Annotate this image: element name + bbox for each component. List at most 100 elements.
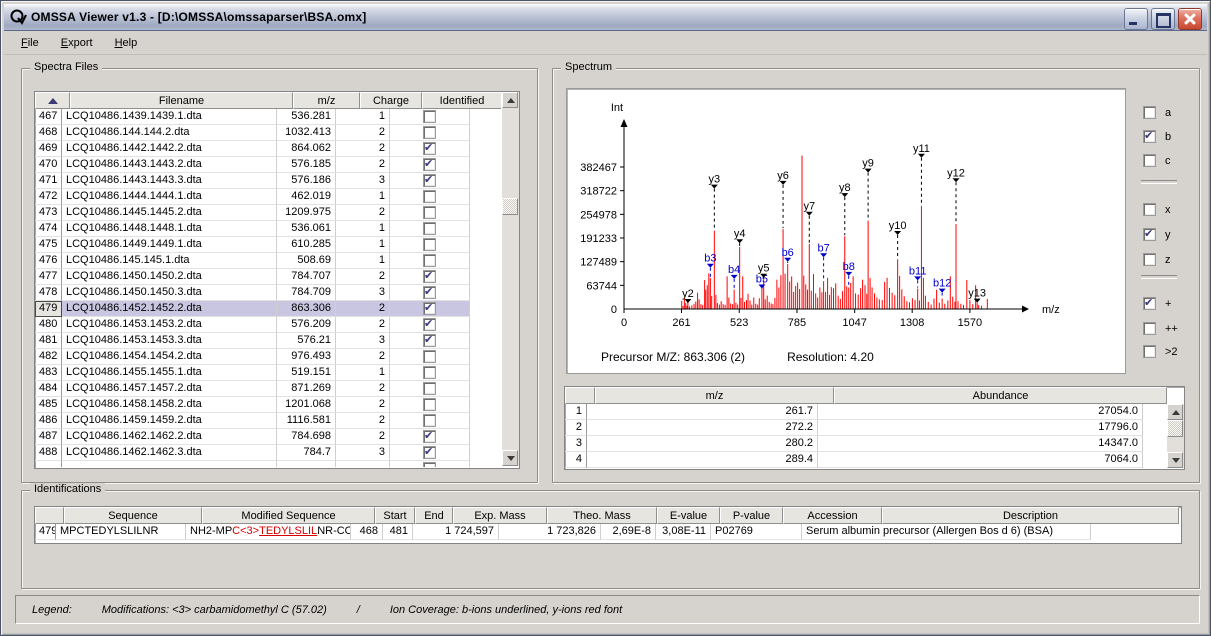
identified-checkbox[interactable] xyxy=(423,446,436,459)
table-row[interactable]: 471LCQ10486.1443.1443.3.dta576.1863 xyxy=(35,173,519,189)
table-row[interactable]: 478LCQ10486.1450.1450.3.dta784.7093 xyxy=(35,285,519,301)
identified-checkbox[interactable] xyxy=(423,286,436,299)
spectra-header-Filename[interactable]: Filename xyxy=(70,92,293,109)
ion-checkbox[interactable] xyxy=(1143,322,1156,335)
menu-item-export[interactable]: Export xyxy=(52,34,102,52)
identified-checkbox[interactable] xyxy=(423,382,436,395)
table-row[interactable]: 487LCQ10486.1462.1462.2.dta784.6982 xyxy=(35,429,519,445)
scroll-up-button[interactable] xyxy=(1167,404,1183,420)
table-row[interactable]: 481LCQ10486.1453.1453.3.dta576.213 xyxy=(35,333,519,349)
spectra-header-Identified[interactable]: Identified xyxy=(422,92,502,109)
peak-header-m/z[interactable]: m/z xyxy=(595,387,834,404)
ion-checkbox[interactable] xyxy=(1143,203,1156,216)
peak-header-row-number[interactable] xyxy=(565,387,595,404)
ion-checkbox[interactable] xyxy=(1143,345,1156,358)
spectra-header-m/z[interactable]: m/z xyxy=(293,92,360,109)
ion-checkbox[interactable] xyxy=(1143,154,1156,167)
identified-checkbox[interactable] xyxy=(423,350,436,363)
ident-header-start[interactable]: Start xyxy=(375,507,415,524)
ident-header-end[interactable]: End xyxy=(415,507,453,524)
ident-header-exp-mass[interactable]: Exp. Mass xyxy=(453,507,547,524)
ion-option-plusplus[interactable]: ++ xyxy=(1143,322,1178,335)
identified-checkbox[interactable] xyxy=(423,270,436,283)
identified-checkbox[interactable] xyxy=(423,398,436,411)
ion-checkbox[interactable] xyxy=(1143,130,1156,143)
table-row[interactable]: 483LCQ10486.1455.1455.1.dta519.1511 xyxy=(35,365,519,381)
ion-option-b[interactable]: b xyxy=(1143,130,1171,143)
ident-header-e-value[interactable]: E-value xyxy=(657,507,720,524)
ion-checkbox[interactable] xyxy=(1143,106,1156,119)
ion-option-z[interactable]: z xyxy=(1143,253,1171,266)
spectra-header-row-number[interactable] xyxy=(35,92,70,109)
scroll-up-button[interactable] xyxy=(502,92,518,108)
table-row[interactable]: 480LCQ10486.1453.1453.2.dta576.2092 xyxy=(35,317,519,333)
spectra-table-scrollbar[interactable] xyxy=(501,92,519,466)
spectrum-plot[interactable]: m/zInt0261523785104713081570063744127489… xyxy=(566,88,1126,374)
ion-option-x[interactable]: x xyxy=(1143,203,1171,216)
list-item[interactable]: 3280.214347.0 xyxy=(565,436,1184,452)
identified-checkbox[interactable] xyxy=(423,462,436,467)
scroll-down-button[interactable] xyxy=(502,450,518,466)
table-row[interactable]: 476LCQ10486.145.145.1.dta508.691 xyxy=(35,253,519,269)
identified-checkbox[interactable] xyxy=(423,430,436,443)
ident-header-sequence[interactable]: Sequence xyxy=(64,507,202,524)
table-row[interactable]: 468LCQ10486.144.144.2.dta1032.4132 xyxy=(35,125,519,141)
identified-checkbox[interactable] xyxy=(423,126,436,139)
ion-checkbox[interactable] xyxy=(1143,297,1156,310)
identified-checkbox[interactable] xyxy=(423,206,436,219)
identified-checkbox[interactable] xyxy=(423,110,436,123)
ion-option-plus[interactable]: + xyxy=(1143,297,1171,310)
identified-checkbox[interactable] xyxy=(423,318,436,331)
list-item[interactable]: 4289.47064.0 xyxy=(565,452,1184,468)
scrollbar-thumb[interactable] xyxy=(502,198,518,215)
menu-item-file[interactable]: File xyxy=(12,34,48,52)
ident-header-modified-sequence[interactable]: Modified Sequence xyxy=(202,507,375,524)
ident-header-description[interactable]: Description xyxy=(882,507,1179,524)
table-row[interactable]: 479LCQ10486.1452.1452.2.dta863.3062 xyxy=(35,301,519,317)
title-bar[interactable]: OMSSA Viewer v1.3 - [D:\OMSSA\omssaparse… xyxy=(4,4,1207,31)
ion-option-c[interactable]: c xyxy=(1143,154,1171,167)
identified-checkbox[interactable] xyxy=(423,366,436,379)
table-row[interactable]: 473LCQ10486.1445.1445.2.dta1209.9752 xyxy=(35,205,519,221)
maximize-button[interactable] xyxy=(1151,8,1175,30)
identified-checkbox[interactable] xyxy=(423,158,436,171)
identified-checkbox[interactable] xyxy=(423,222,436,235)
table-row[interactable]: 488LCQ10486.1462.1462.3.dta784.73 xyxy=(35,445,519,461)
scrollbar-thumb[interactable] xyxy=(1167,420,1183,437)
table-row[interactable]: 474LCQ10486.1448.1448.1.dta536.0611 xyxy=(35,221,519,237)
identified-checkbox[interactable] xyxy=(423,302,436,315)
identified-checkbox[interactable] xyxy=(423,254,436,267)
table-row[interactable]: 467LCQ10486.1439.1439.1.dta536.2811 xyxy=(35,109,519,125)
identified-checkbox[interactable] xyxy=(423,334,436,347)
ident-header-theo-mass[interactable]: Theo. Mass xyxy=(547,507,657,524)
table-row[interactable]: 469LCQ10486.1442.1442.2.dta864.0622 xyxy=(35,141,519,157)
identified-checkbox[interactable] xyxy=(423,414,436,427)
identified-checkbox[interactable] xyxy=(423,238,436,251)
close-button[interactable] xyxy=(1178,8,1202,30)
spectra-header-Charge[interactable]: Charge xyxy=(360,92,422,109)
ion-checkbox[interactable] xyxy=(1143,253,1156,266)
ion-option-a[interactable]: a xyxy=(1143,106,1171,119)
list-item[interactable]: 2272.217796.0 xyxy=(565,420,1184,436)
ident-header-p-value[interactable]: P-value xyxy=(720,507,783,524)
ion-option-y[interactable]: y xyxy=(1143,228,1171,241)
ident-header-accession[interactable]: Accession xyxy=(783,507,882,524)
table-row[interactable]: 470LCQ10486.1443.1443.2.dta576.1852 xyxy=(35,157,519,173)
table-row[interactable]: 477LCQ10486.1450.1450.2.dta784.7072 xyxy=(35,269,519,285)
identified-checkbox[interactable] xyxy=(423,142,436,155)
table-row[interactable]: 479MPCTEDYLSLILNRNH2-MPC<3>TEDYLSLILNR-C… xyxy=(35,524,1181,540)
identified-checkbox[interactable] xyxy=(423,174,436,187)
table-row[interactable]: 482LCQ10486.1454.1454.2.dta976.4932 xyxy=(35,349,519,365)
scroll-down-button[interactable] xyxy=(1167,452,1183,468)
table-row[interactable]: 484LCQ10486.1457.1457.2.dta871.2692 xyxy=(35,381,519,397)
table-row[interactable]: 486LCQ10486.1459.1459.2.dta1116.5812 xyxy=(35,413,519,429)
peak-table-scrollbar[interactable] xyxy=(1166,404,1184,468)
list-item[interactable]: 1261.727054.0 xyxy=(565,404,1184,420)
peak-header-Abundance[interactable]: Abundance xyxy=(834,387,1167,404)
minimize-button[interactable] xyxy=(1124,8,1148,30)
menu-item-help[interactable]: Help xyxy=(106,34,147,52)
table-row[interactable]: 475LCQ10486.1449.1449.1.dta610.2851 xyxy=(35,237,519,253)
table-row[interactable]: 472LCQ10486.1444.1444.1.dta462.0191 xyxy=(35,189,519,205)
table-row[interactable]: 485LCQ10486.1458.1458.2.dta1201.0682 xyxy=(35,397,519,413)
identified-checkbox[interactable] xyxy=(423,190,436,203)
